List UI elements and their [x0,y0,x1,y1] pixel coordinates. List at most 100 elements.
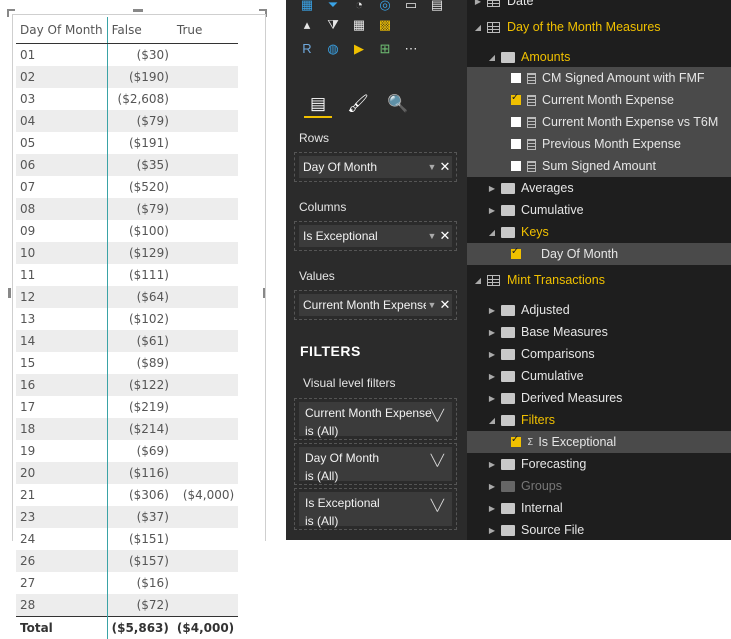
fields-tab-icon[interactable]: ▤ [304,92,332,118]
day-of-month-cell[interactable]: 19 [16,440,107,462]
expanded-caret-icon[interactable]: ◢ [487,228,497,237]
false-value-cell[interactable]: ($64) [107,286,173,308]
field-list-item[interactable]: Current Month Expense vs T6M [467,111,731,133]
resize-handle-top[interactable] [133,9,143,12]
day-of-month-cell[interactable]: 12 [16,286,107,308]
day-of-month-cell[interactable]: 01 [16,44,107,67]
true-value-cell[interactable] [173,66,238,88]
column-header-false[interactable]: False [107,17,173,44]
false-value-cell[interactable]: ($61) [107,330,173,352]
collapsed-caret-icon[interactable]: ▶ [487,394,497,403]
checkbox[interactable] [511,437,521,447]
chevron-down-icon[interactable]: ▼ [426,231,438,241]
day-of-month-cell[interactable]: 24 [16,528,107,550]
filter-card-day-of-month[interactable]: Day Of Month is (All) ╲╱ [294,443,457,485]
field-list-item[interactable]: CM Signed Amount with FMF [467,67,731,89]
collapsed-caret-icon[interactable]: ▶ [487,526,497,535]
true-value-cell[interactable] [173,594,238,617]
true-value-cell[interactable] [173,220,238,242]
donut-icon[interactable]: ◎ [376,0,394,14]
play-axis-icon[interactable]: ▶ [350,40,368,58]
false-value-cell[interactable]: ($30) [107,44,173,67]
field-list-item[interactable]: ◢Filters [467,409,731,431]
false-value-cell[interactable]: ($72) [107,594,173,617]
field-list-item[interactable]: ▶Comparisons [467,343,731,365]
false-value-cell[interactable]: ($157) [107,550,173,572]
false-value-cell[interactable]: ($35) [107,154,173,176]
resize-handle-left[interactable] [8,288,11,298]
day-of-month-cell[interactable]: 14 [16,330,107,352]
false-value-cell[interactable]: ($214) [107,418,173,440]
true-value-cell[interactable] [173,506,238,528]
kpi-icon[interactable]: ▴ [298,16,316,34]
collapsed-caret-icon[interactable]: ▶ [487,460,497,469]
slicer-icon[interactable]: ⧩ [324,16,342,34]
false-value-cell[interactable]: ($219) [107,396,173,418]
total-true-cell[interactable]: ($4,000) [173,617,238,639]
column-header-day-of-month[interactable]: Day Of Month [16,17,107,44]
chevron-down-icon[interactable]: ╲╱ [431,497,444,515]
day-of-month-cell[interactable]: 16 [16,374,107,396]
map-icon[interactable]: ▦ [298,0,316,14]
close-icon[interactable]: ✕ [438,159,452,175]
false-value-cell[interactable]: ($191) [107,132,173,154]
false-value-cell[interactable]: ($520) [107,176,173,198]
card-icon[interactable]: ▭ [402,0,420,14]
true-value-cell[interactable] [173,110,238,132]
collapsed-caret-icon[interactable]: ▶ [487,350,497,359]
day-of-month-cell[interactable]: 15 [16,352,107,374]
day-of-month-cell[interactable]: 13 [16,308,107,330]
true-value-cell[interactable] [173,330,238,352]
checkbox[interactable] [511,117,521,127]
false-value-cell[interactable]: ($100) [107,220,173,242]
expanded-caret-icon[interactable]: ◢ [487,53,497,62]
collapsed-caret-icon[interactable]: ▶ [487,482,497,491]
filter-card-is-exceptional[interactable]: Is Exceptional is (All) ╲╱ [294,488,457,530]
field-list-item[interactable]: ◢Amounts [467,46,731,68]
field-list-item[interactable]: Previous Month Expense [467,133,731,155]
r-visual-icon[interactable]: R [298,40,316,58]
true-value-cell[interactable] [173,572,238,594]
field-list-item[interactable]: ▶Source File [467,519,731,541]
true-value-cell[interactable] [173,88,238,110]
field-list-item[interactable]: ◢Mint Transactions [467,269,731,291]
total-false-cell[interactable]: ($5,863) [107,617,173,639]
true-value-cell[interactable] [173,528,238,550]
day-of-month-cell[interactable]: 03 [16,88,107,110]
true-value-cell[interactable] [173,550,238,572]
field-list-item[interactable]: ▶Date [467,0,731,12]
checkbox[interactable] [511,249,521,259]
true-value-cell[interactable] [173,176,238,198]
field-list-item[interactable]: ΣIs Exceptional [467,431,731,453]
day-of-month-cell[interactable]: 06 [16,154,107,176]
false-value-cell[interactable]: ($111) [107,264,173,286]
rows-well[interactable]: Day Of Month ▼ ✕ [294,152,457,182]
false-value-cell[interactable]: ($2,608) [107,88,173,110]
rows-field-pill[interactable]: Day Of Month ▼ ✕ [299,156,452,178]
chevron-down-icon[interactable]: ▼ [426,300,438,310]
false-value-cell[interactable]: ($102) [107,308,173,330]
chevron-down-icon[interactable]: ╲╱ [431,407,444,425]
day-of-month-cell[interactable]: 18 [16,418,107,440]
format-paint-roller-icon[interactable]: 🖌 [344,92,372,116]
field-list-item[interactable]: ▶Derived Measures [467,387,731,409]
columns-field-pill[interactable]: Is Exceptional ▼ ✕ [299,225,452,247]
false-value-cell[interactable]: ($37) [107,506,173,528]
filter-card-current-month-expense[interactable]: Current Month Expense is (All) ╲╱ [294,398,457,440]
field-list-item[interactable]: ▶Cumulative [467,365,731,387]
true-value-cell[interactable] [173,286,238,308]
matrix-icon[interactable]: ▩ [376,16,394,34]
columns-well[interactable]: Is Exceptional ▼ ✕ [294,221,457,251]
true-value-cell[interactable] [173,352,238,374]
close-icon[interactable]: ✕ [438,228,452,244]
day-of-month-cell[interactable]: 10 [16,242,107,264]
false-value-cell[interactable]: ($69) [107,440,173,462]
field-list-item[interactable]: ▶Adjusted [467,299,731,321]
day-of-month-cell[interactable]: 17 [16,396,107,418]
false-value-cell[interactable]: ($151) [107,528,173,550]
false-value-cell[interactable]: ($306) [107,484,173,506]
values-well[interactable]: Current Month Expense ▼ ✕ [294,290,457,320]
field-list-item[interactable]: ▶Base Measures [467,321,731,343]
checkbox[interactable] [511,161,521,171]
day-of-month-cell[interactable]: 09 [16,220,107,242]
